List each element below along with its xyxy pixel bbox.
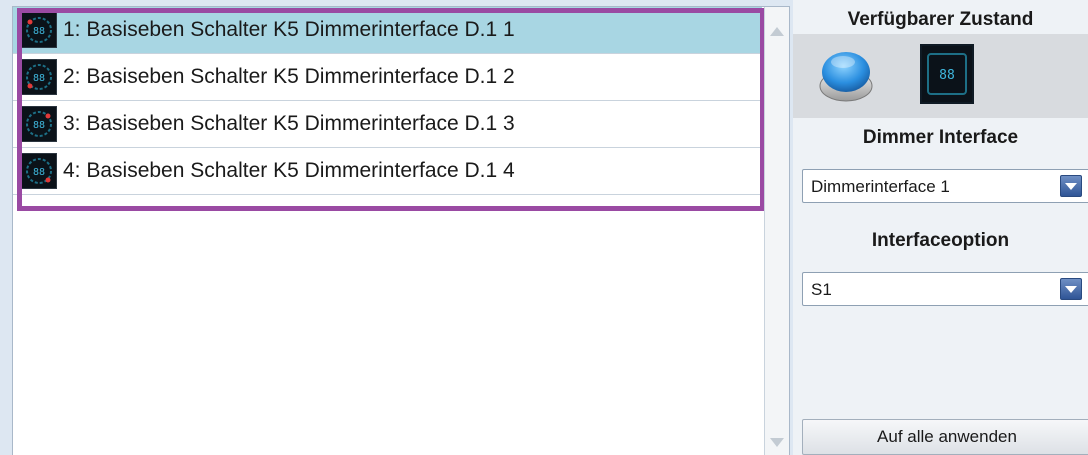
dimmer-display-icon: 88 <box>21 12 57 48</box>
dimmer-interface-value: Dimmerinterface 1 <box>811 177 950 196</box>
dimmer-interface-select[interactable]: Dimmerinterface 1 <box>802 169 1088 203</box>
list-item-label: 4: Basiseben Schalter K5 Dimmerinterface… <box>63 159 515 182</box>
svg-text:88: 88 <box>33 73 45 84</box>
svg-text:88: 88 <box>939 68 955 83</box>
list-item-4[interactable]: 88 4: Basiseben Schalter K5 Dimmerinterf… <box>13 148 762 195</box>
dimmer-display-icon[interactable]: 88 <box>920 44 974 104</box>
list-item-2[interactable]: 88 2: Basiseben Schalter K5 Dimmerinterf… <box>13 54 762 101</box>
svg-text:88: 88 <box>33 120 45 131</box>
list-scrollbar[interactable] <box>764 7 789 455</box>
dimmer-section-title: Dimmer Interface <box>862 127 1019 148</box>
dimmer-display-icon: 88 <box>21 153 57 189</box>
scroll-down-arrow-icon[interactable] <box>770 438 784 447</box>
list-item-3[interactable]: 88 3: Basiseben Schalter K5 Dimmerinterf… <box>13 101 762 148</box>
dimmer-display-icon: 88 <box>21 106 57 142</box>
available-states: 88 <box>793 34 1088 118</box>
device-list-panel: 88 1: Basiseben Schalter K5 Dimmerinterf… <box>12 6 790 455</box>
scroll-up-arrow-icon[interactable] <box>770 27 784 36</box>
svg-text:88: 88 <box>33 167 45 178</box>
list-item-label: 1: Basiseben Schalter K5 Dimmerinterface… <box>63 18 515 41</box>
chevron-down-icon[interactable] <box>1060 175 1082 197</box>
interface-option-value: S1 <box>811 280 832 299</box>
apply-to-all-button[interactable]: Auf alle anwenden <box>802 419 1088 455</box>
state-section-title: Verfügbarer Zustand <box>847 9 1034 30</box>
chevron-down-icon[interactable] <box>1060 278 1082 300</box>
list-item-1[interactable]: 88 1: Basiseben Schalter K5 Dimmerinterf… <box>13 7 762 54</box>
interface-option-select[interactable]: S1 <box>802 272 1088 306</box>
dimmer-display-icon: 88 <box>21 59 57 95</box>
list-item-label: 2: Basiseben Schalter K5 Dimmerinterface… <box>63 65 515 88</box>
blue-push-button-icon[interactable] <box>817 46 875 104</box>
list-item-label: 3: Basiseben Schalter K5 Dimmerinterface… <box>63 112 515 135</box>
option-section-title: Interfaceoption <box>871 230 1010 251</box>
svg-text:88: 88 <box>33 26 45 37</box>
properties-panel: Verfügbarer Zustand 88 Dimmer Interface <box>793 0 1088 455</box>
